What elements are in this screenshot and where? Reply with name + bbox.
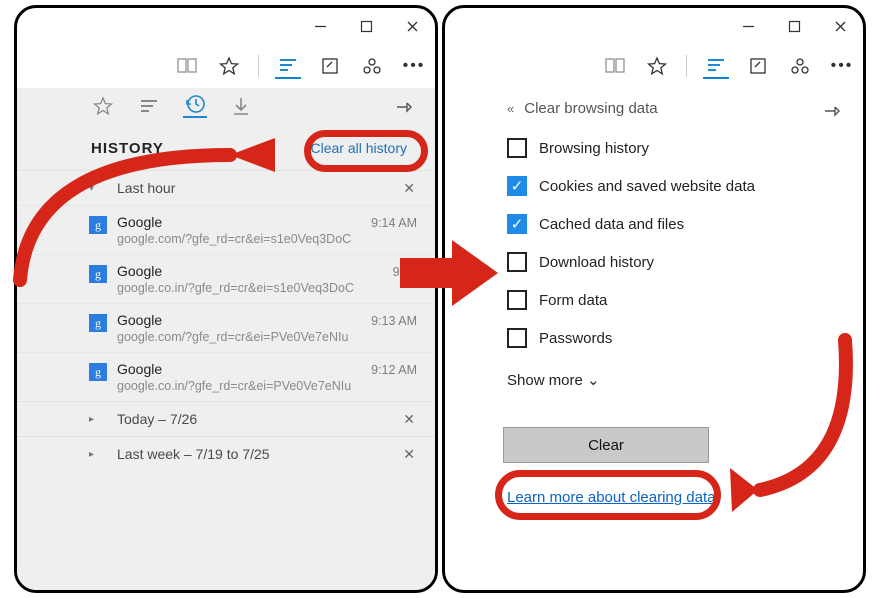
chevron-right-icon: ▸ (89, 449, 94, 460)
chevron-down-icon: ▾ (89, 183, 94, 194)
history-entry-title: Google (117, 263, 421, 279)
history-entry[interactable]: g Google google.co.in/?gfe_rd=cr&ei=PVe0… (17, 352, 435, 401)
checkbox-checked-icon[interactable]: ✓ (507, 214, 527, 234)
option-cached[interactable]: ✓ Cached data and files (445, 205, 863, 243)
learn-more-link[interactable]: Learn more about clearing data (507, 489, 863, 506)
site-favicon: g (89, 363, 107, 381)
maximize-button[interactable] (343, 8, 389, 44)
history-body: HISTORY Clear all history ▾ Last hour ✕ … (17, 122, 435, 590)
close-button[interactable] (817, 8, 863, 44)
window-titlebar (17, 8, 435, 44)
checkbox-icon[interactable] (507, 328, 527, 348)
window-titlebar (445, 8, 863, 44)
hub-icon[interactable] (275, 53, 301, 79)
pin-icon[interactable] (395, 98, 413, 121)
back-chevron-icon[interactable]: « (507, 101, 514, 116)
chevron-right-icon: ▸ (89, 414, 94, 425)
history-entry-time: 9:13 AM (371, 314, 417, 328)
section-delete-icon[interactable]: ✕ (403, 411, 415, 428)
reading-view-icon[interactable] (174, 53, 200, 79)
checkbox-checked-icon[interactable]: ✓ (507, 176, 527, 196)
history-entry[interactable]: g Google google.co.in/?gfe_rd=cr&ei=s1e0… (17, 254, 435, 303)
history-entry-time: 9:12 AM (371, 363, 417, 377)
more-icon[interactable]: ••• (829, 53, 855, 79)
site-favicon: g (89, 265, 107, 283)
panel-title: Clear browsing data (524, 100, 657, 117)
toolbar-separator (258, 55, 259, 77)
section-label: Last week – 7/19 to 7/25 (117, 446, 270, 462)
history-tab-icon[interactable] (183, 94, 207, 118)
clear-all-history-link[interactable]: Clear all history (301, 136, 417, 160)
history-heading: HISTORY (91, 140, 164, 157)
option-form-data[interactable]: Form data (445, 281, 863, 319)
section-label: Last hour (117, 180, 175, 196)
option-label: Download history (539, 254, 654, 271)
minimize-button[interactable] (725, 8, 771, 44)
pin-icon[interactable] (823, 102, 841, 124)
favorites-tab-icon[interactable] (91, 94, 115, 118)
history-entry-time: 9:14 AM (371, 216, 417, 230)
option-label: Passwords (539, 330, 612, 347)
checkbox-icon[interactable] (507, 290, 527, 310)
section-last-week[interactable]: ▸ Last week – 7/19 to 7/25 ✕ (17, 436, 435, 471)
show-more-label: Show more (507, 372, 583, 389)
readinglist-tab-icon[interactable] (137, 94, 161, 118)
option-label: Cached data and files (539, 216, 684, 233)
edge-window-clear-data: ••• « Clear browsing data Browsing histo… (442, 5, 866, 593)
hub-panel: HISTORY Clear all history ▾ Last hour ✕ … (17, 88, 435, 590)
more-icon[interactable]: ••• (401, 53, 427, 79)
history-entry[interactable]: g Google google.com/?gfe_rd=cr&ei=PVe0Ve… (17, 303, 435, 352)
history-entry-url: google.co.in/?gfe_rd=cr&ei=s1e0Veq3DoC (117, 281, 421, 295)
edge-window-history: ••• HISTORY Clear all history ▾ Last hou… (14, 5, 438, 593)
option-passwords[interactable]: Passwords (445, 319, 863, 357)
section-delete-icon[interactable]: ✕ (403, 180, 415, 197)
option-downloads[interactable]: Download history (445, 243, 863, 281)
chevron-down-icon: ⌄ (587, 372, 600, 389)
option-label: Cookies and saved website data (539, 178, 755, 195)
option-label: Form data (539, 292, 607, 309)
checkbox-icon[interactable] (507, 252, 527, 272)
close-button[interactable] (389, 8, 435, 44)
history-entry-time: 9:14 (393, 265, 417, 279)
section-label: Today – 7/26 (117, 411, 197, 427)
share-icon[interactable] (359, 53, 385, 79)
hub-icon[interactable] (703, 53, 729, 79)
favorites-star-icon[interactable] (216, 53, 242, 79)
browser-toolbar: ••• (17, 44, 435, 88)
history-entry-url: google.com/?gfe_rd=cr&ei=PVe0Ve7eNIu (117, 330, 421, 344)
section-delete-icon[interactable]: ✕ (403, 446, 415, 463)
site-favicon: g (89, 314, 107, 332)
maximize-button[interactable] (771, 8, 817, 44)
minimize-button[interactable] (297, 8, 343, 44)
section-last-hour[interactable]: ▾ Last hour ✕ (17, 170, 435, 205)
option-browsing-history[interactable]: Browsing history (445, 129, 863, 167)
learn-more-label: Learn more about clearing data (507, 489, 715, 506)
checkbox-icon[interactable] (507, 138, 527, 158)
history-entry-url: google.com/?gfe_rd=cr&ei=s1e0Veq3DoC (117, 232, 421, 246)
downloads-tab-icon[interactable] (229, 94, 253, 118)
clear-button[interactable]: Clear (503, 427, 709, 463)
share-icon[interactable] (787, 53, 813, 79)
site-favicon: g (89, 216, 107, 234)
clear-button-label: Clear (588, 437, 624, 454)
webnote-icon[interactable] (745, 53, 771, 79)
option-label: Browsing history (539, 140, 649, 157)
history-entry[interactable]: g Google google.com/?gfe_rd=cr&ei=s1e0Ve… (17, 205, 435, 254)
history-entry-url: google.co.in/?gfe_rd=cr&ei=PVe0Ve7eNIu (117, 379, 421, 393)
hub-tabs (17, 88, 435, 122)
favorites-star-icon[interactable] (644, 53, 670, 79)
toolbar-separator (686, 55, 687, 77)
webnote-icon[interactable] (317, 53, 343, 79)
section-today[interactable]: ▸ Today – 7/26 ✕ (17, 401, 435, 436)
clear-browsing-data-panel: « Clear browsing data Browsing history ✓… (445, 88, 863, 506)
option-cookies[interactable]: ✓ Cookies and saved website data (445, 167, 863, 205)
show-more-link[interactable]: Show more ⌄ (445, 357, 863, 397)
browser-toolbar: ••• (445, 44, 863, 88)
reading-view-icon[interactable] (602, 53, 628, 79)
